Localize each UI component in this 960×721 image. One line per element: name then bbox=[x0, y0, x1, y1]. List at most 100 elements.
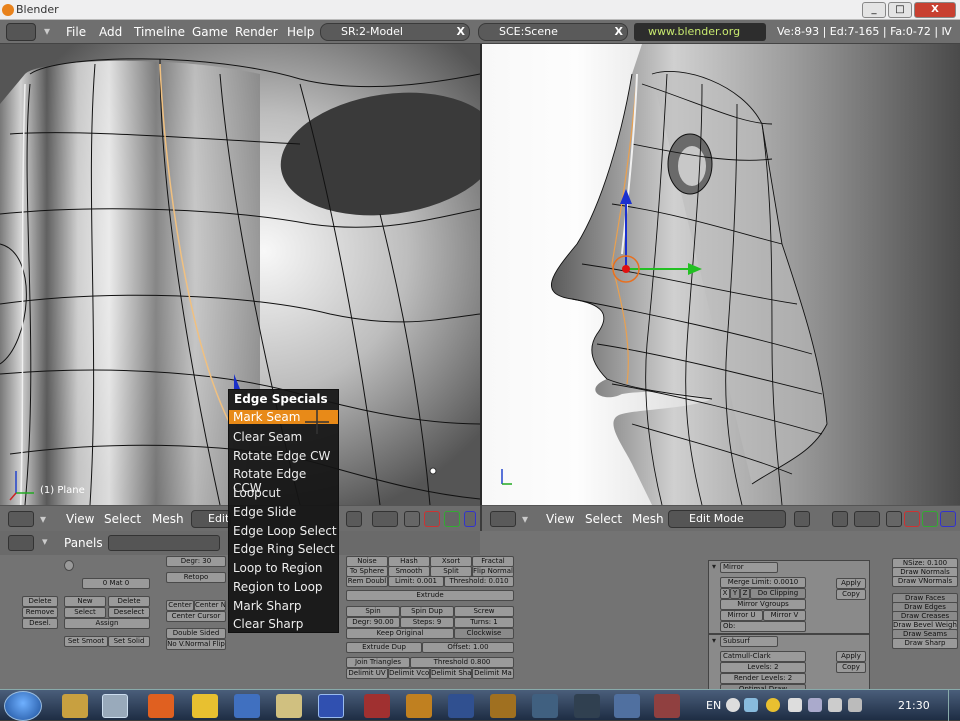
keep-original-toggle[interactable]: Keep Original bbox=[346, 628, 454, 639]
editor-type-icon[interactable] bbox=[490, 511, 516, 527]
right-mesh-menu[interactable]: Mesh bbox=[632, 512, 664, 526]
axis-x-toggle[interactable]: X bbox=[720, 588, 730, 599]
no-vnormal-flip-toggle[interactable]: No V.Normal Flip bbox=[166, 639, 226, 650]
messenger-icon[interactable] bbox=[192, 694, 218, 718]
viewport-right[interactable] bbox=[482, 44, 960, 505]
draw-sharp-toggle[interactable]: Draw Sharp bbox=[892, 638, 958, 649]
minimize-button[interactable]: _ bbox=[862, 2, 886, 18]
menu-item-clear-sharp[interactable]: Clear Sharp bbox=[233, 617, 337, 631]
volume-icon[interactable] bbox=[788, 698, 802, 712]
help-tray-icon[interactable] bbox=[726, 698, 740, 712]
network-app-icon[interactable] bbox=[532, 694, 558, 718]
menu-item-edge-ring-select[interactable]: Edge Ring Select bbox=[233, 542, 337, 556]
do-clipping-toggle[interactable]: Do Clipping bbox=[750, 588, 806, 599]
spin-dup-button[interactable]: Spin Dup bbox=[400, 606, 454, 617]
autosmooth-degree[interactable]: Degr: 30 bbox=[166, 556, 226, 567]
info-icon[interactable] bbox=[6, 23, 36, 41]
screen-recorder-icon[interactable] bbox=[318, 694, 344, 718]
menu-item-rotate-edge-cw[interactable]: Rotate Edge CW bbox=[233, 449, 337, 463]
delete-vgroup-button[interactable]: Delete bbox=[22, 596, 58, 607]
close-icon[interactable]: X bbox=[457, 24, 465, 40]
menu-item-edge-slide[interactable]: Edge Slide bbox=[233, 505, 337, 519]
select-mode-icon[interactable] bbox=[854, 511, 880, 527]
chevron-down-icon[interactable]: ▾ bbox=[44, 24, 50, 38]
rotate-manipulator-icon[interactable] bbox=[424, 511, 440, 527]
menu-item-mark-sharp[interactable]: Mark Sharp bbox=[233, 599, 337, 613]
scale-manipulator-icon[interactable] bbox=[922, 511, 938, 527]
chevron-down-icon[interactable]: ▾ bbox=[42, 535, 48, 548]
action-center-icon[interactable] bbox=[744, 698, 758, 712]
game-icon[interactable] bbox=[490, 694, 516, 718]
draw-vnormals-toggle[interactable]: Draw VNormals bbox=[892, 576, 958, 587]
copy-subsurf-button[interactable]: Copy bbox=[836, 662, 866, 673]
app-icon[interactable] bbox=[614, 694, 640, 718]
rem-doubles-button[interactable]: Rem Doubl bbox=[346, 576, 388, 587]
chevron-down-icon[interactable]: ▾ bbox=[40, 512, 46, 526]
browser-icon[interactable] bbox=[234, 694, 260, 718]
clockwise-toggle[interactable]: Clockwise bbox=[454, 628, 514, 639]
sync-icon[interactable] bbox=[828, 698, 842, 712]
close-button[interactable]: X bbox=[914, 2, 956, 18]
menu-item-edge-loop-select[interactable]: Edge Loop Select bbox=[233, 524, 337, 538]
subsurf-modifier-name[interactable]: Subsurf bbox=[720, 636, 778, 647]
scale-manipulator-icon[interactable] bbox=[444, 511, 460, 527]
maximize-button[interactable]: □ bbox=[888, 2, 912, 18]
levels-field[interactable]: Levels: 2 bbox=[720, 662, 806, 673]
retopo-button[interactable]: Retopo bbox=[166, 572, 226, 583]
mirror-vgroups-toggle[interactable]: Mirror Vgroups bbox=[720, 599, 806, 610]
extrude-button[interactable]: Extrude bbox=[346, 590, 514, 601]
deselect-material-button[interactable]: Deselect bbox=[108, 607, 150, 618]
menu-item-region-to-loop[interactable]: Region to Loop bbox=[233, 580, 337, 594]
menu-add[interactable]: Add bbox=[99, 25, 122, 39]
chevron-down-icon[interactable]: ▾ bbox=[522, 512, 528, 526]
app-icon[interactable] bbox=[406, 694, 432, 718]
tray-icon[interactable] bbox=[848, 698, 862, 712]
explorer-icon[interactable] bbox=[62, 694, 88, 718]
pivot-icon[interactable] bbox=[832, 511, 848, 527]
mode-selector[interactable]: Edit Mode bbox=[668, 510, 786, 528]
material-toggle[interactable] bbox=[64, 560, 74, 571]
turns-field[interactable]: Turns: 1 bbox=[454, 617, 514, 628]
center-new-button[interactable]: Center Ne bbox=[194, 600, 226, 611]
context-buttons-icon[interactable] bbox=[108, 535, 220, 551]
screw-button[interactable]: Screw bbox=[454, 606, 514, 617]
menu-game[interactable]: Game bbox=[192, 25, 228, 39]
left-mode-selector[interactable]: Edit bbox=[191, 510, 231, 528]
mirror-modifier-name[interactable]: Mirror bbox=[720, 562, 778, 573]
mirror-v-toggle[interactable]: Mirror V bbox=[763, 610, 806, 621]
draw-type-icon[interactable] bbox=[794, 511, 810, 527]
close-icon[interactable]: X bbox=[615, 24, 623, 40]
axis-y-toggle[interactable]: Y bbox=[730, 588, 740, 599]
copy-mirror-button[interactable]: Copy bbox=[836, 589, 866, 600]
app-icon[interactable] bbox=[654, 694, 680, 718]
remove-button[interactable]: Remove bbox=[22, 607, 58, 618]
pivot-icon[interactable] bbox=[346, 511, 362, 527]
desel-button[interactable]: Desel. bbox=[22, 618, 58, 629]
subdivision-type-select[interactable]: Catmull-Clark bbox=[720, 651, 806, 662]
delimit-mat-toggle[interactable]: Delimit Ma bbox=[472, 668, 514, 679]
axis-z-toggle[interactable]: Z bbox=[740, 588, 750, 599]
new-material-button[interactable]: New bbox=[64, 596, 106, 607]
menu-item-loop-to-region[interactable]: Loop to Region bbox=[233, 561, 337, 575]
scene-selector[interactable]: SCE:Scene X bbox=[478, 23, 628, 41]
terminal-icon[interactable] bbox=[574, 694, 600, 718]
right-select-menu[interactable]: Select bbox=[585, 512, 622, 526]
center-button[interactable]: Center bbox=[166, 600, 194, 611]
notepad-icon[interactable] bbox=[276, 694, 302, 718]
clock[interactable]: 21:30 bbox=[898, 699, 930, 712]
show-desktop-button[interactable] bbox=[948, 690, 960, 721]
chevron-down-icon[interactable]: ▾ bbox=[712, 636, 716, 645]
start-button[interactable] bbox=[4, 691, 42, 721]
select-material-button[interactable]: Select bbox=[64, 607, 106, 618]
menu-timeline[interactable]: Timeline bbox=[134, 25, 185, 39]
panels-menu[interactable]: Panels bbox=[64, 536, 103, 550]
steps-field[interactable]: Steps: 9 bbox=[400, 617, 454, 628]
editor-type-icon[interactable] bbox=[8, 535, 34, 551]
media-icon[interactable] bbox=[364, 694, 390, 718]
delimit-vcol-toggle[interactable]: Delimit Vco bbox=[388, 668, 430, 679]
threshold-field[interactable]: Threshold: 0.010 bbox=[444, 576, 514, 587]
mirror-object-field[interactable]: Ob: bbox=[720, 621, 806, 632]
hand-icon[interactable] bbox=[404, 511, 420, 527]
screen-selector[interactable]: SR:2-Model X bbox=[320, 23, 470, 41]
join-threshold-field[interactable]: Threshold 0.800 bbox=[410, 657, 514, 668]
